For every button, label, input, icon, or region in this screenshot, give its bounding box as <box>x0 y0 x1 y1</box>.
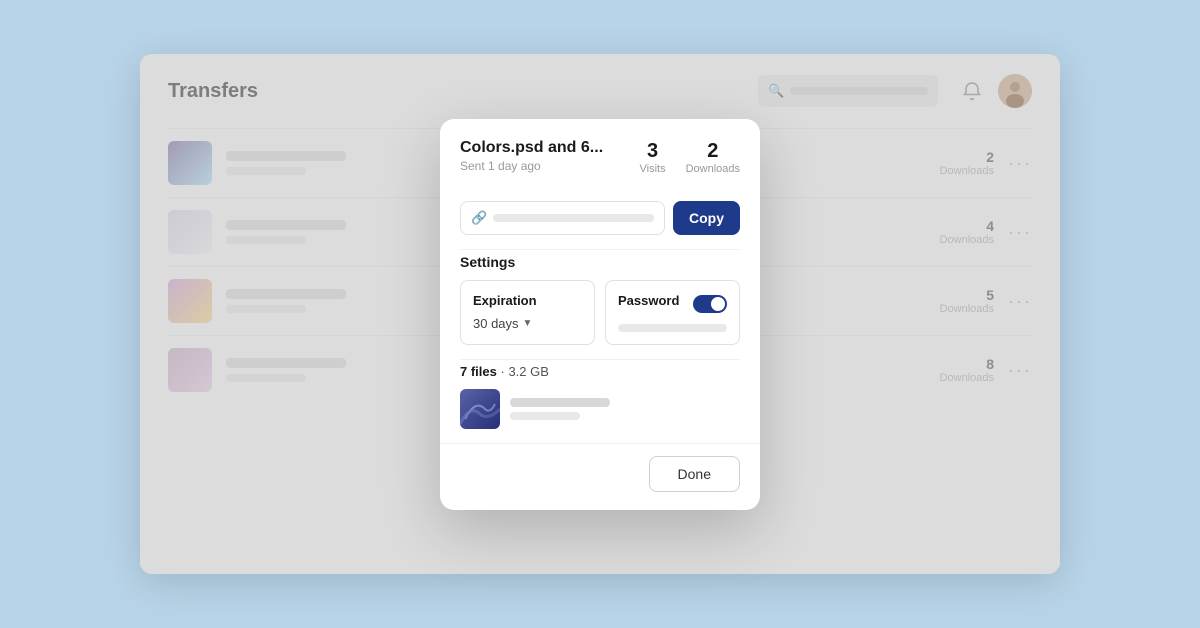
password-toggle[interactable] <box>693 295 727 313</box>
file-thumbnail <box>460 389 500 429</box>
file-info <box>510 398 610 420</box>
visits-stat: 3 Visits <box>639 139 665 175</box>
toggle-knob <box>711 297 725 311</box>
downloads-value: 2 <box>686 139 740 163</box>
visits-label: Visits <box>639 163 665 175</box>
files-size-value: 3.2 GB <box>508 364 548 379</box>
expiration-label: Expiration <box>473 293 582 308</box>
password-card: Password <box>605 280 740 345</box>
modal-footer: Done <box>440 443 760 510</box>
file-item <box>460 389 740 429</box>
app-background: Transfers 🔍 <box>140 54 1060 574</box>
password-label: Password <box>618 293 679 308</box>
settings-cards: Expiration 30 days ▼ Password <box>460 280 740 345</box>
password-value-bar <box>618 324 727 332</box>
link-section: 🔗 Copy <box>440 187 760 249</box>
modal-subtitle: Sent 1 day ago <box>460 159 623 173</box>
link-input-wrapper[interactable]: 🔗 <box>460 201 665 235</box>
modal-overlay: Colors.psd and 6... Sent 1 day ago 3 Vis… <box>140 54 1060 574</box>
modal-title-section: Colors.psd and 6... Sent 1 day ago <box>460 139 623 173</box>
copy-button[interactable]: Copy <box>673 201 740 235</box>
settings-section: Settings Expiration 30 days ▼ Password <box>440 250 760 359</box>
link-icon: 🔗 <box>471 210 487 226</box>
modal-stats: 3 Visits 2 Downloads <box>639 139 740 175</box>
expiration-select[interactable]: 30 days ▼ <box>473 316 582 331</box>
share-modal: Colors.psd and 6... Sent 1 day ago 3 Vis… <box>440 119 760 510</box>
link-value-bar <box>493 214 654 222</box>
file-name-bar <box>510 398 610 407</box>
expiration-card: Expiration 30 days ▼ <box>460 280 595 345</box>
password-card-header: Password <box>618 293 727 316</box>
chevron-down-icon: ▼ <box>523 318 533 329</box>
expiration-value: 30 days <box>473 316 519 331</box>
downloads-label: Downloads <box>686 163 740 175</box>
file-sub-bar <box>510 412 580 420</box>
files-header: 7 files · 3.2 GB <box>460 364 740 379</box>
modal-header: Colors.psd and 6... Sent 1 day ago 3 Vis… <box>440 119 760 187</box>
files-count: 7 files <box>460 364 497 379</box>
modal-title: Colors.psd and 6... <box>460 139 623 157</box>
downloads-stat: 2 Downloads <box>686 139 740 175</box>
done-button[interactable]: Done <box>649 456 740 492</box>
settings-label: Settings <box>460 254 740 270</box>
visits-value: 3 <box>639 139 665 163</box>
files-section: 7 files · 3.2 GB <box>440 360 760 443</box>
